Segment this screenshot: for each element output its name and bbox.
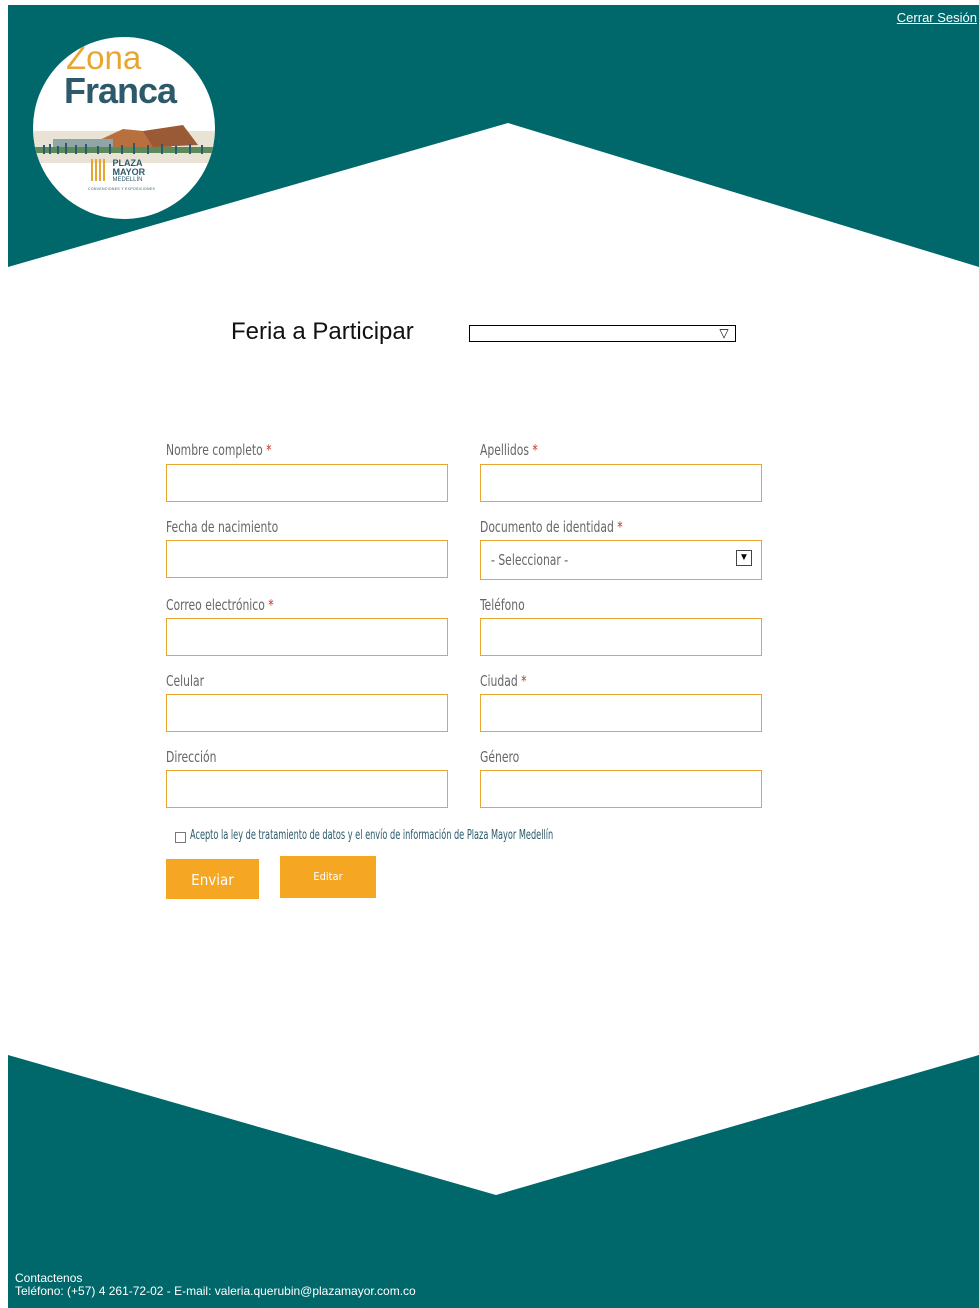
required-mark: * (266, 441, 272, 459)
contact-details: Teléfono: (+57) 4 261-72-02 - E-mail: va… (15, 1284, 416, 1298)
plaza-mayor-brand: PLAZA MAYOR MEDELLÍN (91, 159, 145, 184)
footer-band (8, 1055, 979, 1308)
ciudad-label: Ciudad * (480, 672, 527, 690)
fecha-label: Fecha de nacimiento (166, 518, 279, 536)
nombre-input[interactable] (166, 464, 448, 502)
required-mark: * (521, 672, 527, 690)
correo-label: Correo electrónico * (166, 596, 274, 614)
celular-input[interactable] (166, 694, 448, 732)
logo-title-line2: Franca (64, 70, 177, 111)
footer-contact: Contactenos Teléfono: (+57) 4 261-72-02 … (15, 1272, 416, 1298)
telefono-input[interactable] (480, 618, 762, 656)
feria-select[interactable]: ▽ (469, 325, 736, 342)
fecha-nacimiento-input[interactable] (166, 540, 448, 578)
chevron-down-icon[interactable]: ▼ (736, 550, 752, 566)
apellidos-label: Apellidos * (480, 441, 538, 459)
plaza-mayor-bars-icon (91, 159, 105, 181)
consent-label[interactable]: Acepto la ley de tratamiento de datos y … (190, 828, 553, 843)
documento-label: Documento de identidad * (480, 518, 623, 536)
apellidos-input[interactable] (480, 464, 762, 502)
logout-link[interactable]: Cerrar Sesión (897, 10, 977, 25)
genero-label: Género (480, 748, 520, 766)
documento-placeholder: - Seleccionar - (491, 551, 569, 569)
logo-tagline: CONVENCIONES Y EXPOSICIONES (88, 187, 156, 191)
direccion-input[interactable] (166, 770, 448, 808)
telefono-label: Teléfono (480, 596, 525, 614)
required-mark: * (532, 441, 538, 459)
edit-button[interactable]: Editar (280, 856, 376, 898)
logo-building-illustration (33, 125, 215, 163)
nombre-label: Nombre completo * (166, 441, 272, 459)
required-mark: * (268, 596, 274, 614)
genero-input[interactable] (480, 770, 762, 808)
documento-select[interactable]: - Seleccionar - ▼ (480, 540, 762, 580)
zona-franca-logo: Zona Franca PLAZA MAYOR MEDELLÍN CONVENC… (33, 37, 215, 219)
correo-input[interactable] (166, 618, 448, 656)
celular-label: Celular (166, 672, 205, 690)
brand-line3: MEDELLÍN (112, 177, 143, 183)
ciudad-input[interactable] (480, 694, 762, 732)
triangle-down-icon[interactable]: ▽ (714, 326, 734, 341)
direccion-label: Dirección (166, 748, 217, 766)
submit-button[interactable]: Enviar (166, 859, 259, 899)
consent-checkbox[interactable] (175, 832, 186, 843)
required-mark: * (617, 518, 623, 536)
brand-line2: MAYOR (112, 167, 146, 177)
feria-label: Feria a Participar (231, 318, 414, 345)
